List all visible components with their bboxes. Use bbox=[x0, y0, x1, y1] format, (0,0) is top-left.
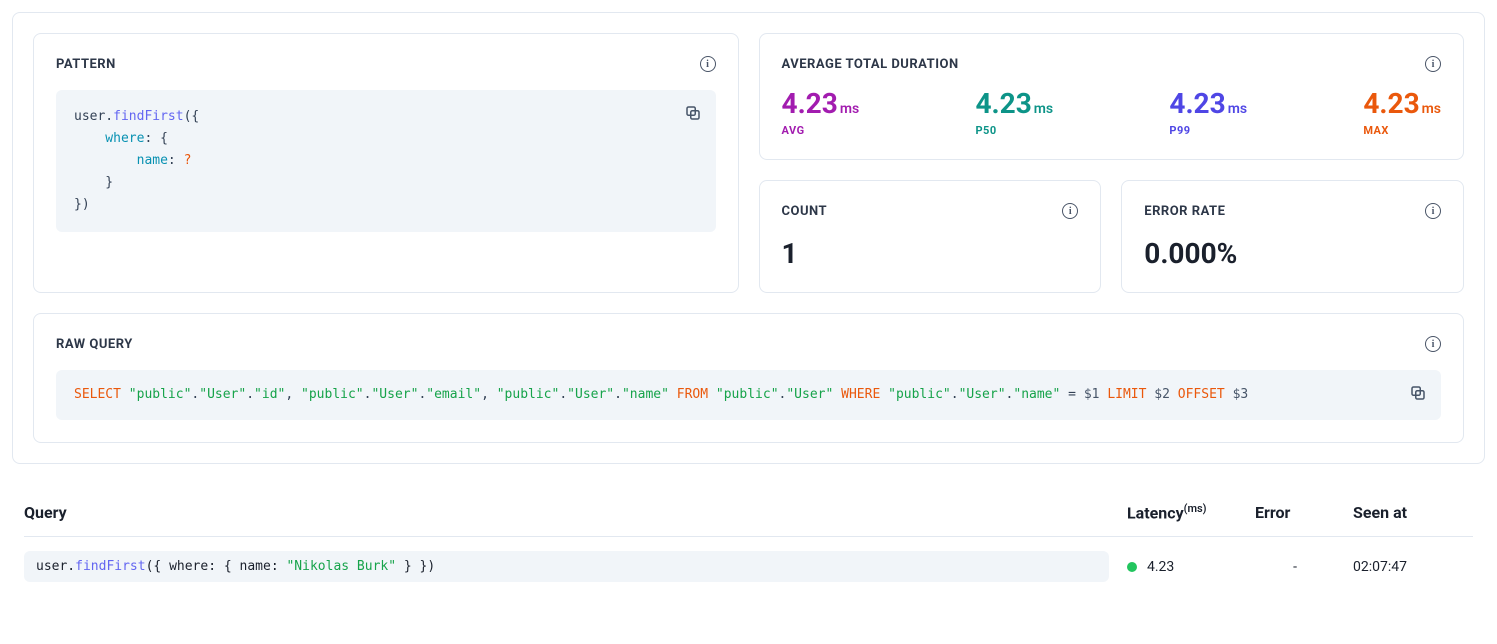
metric-label: MAX bbox=[1363, 124, 1441, 137]
metric-unit: ms bbox=[840, 101, 859, 117]
metric-max: 4.23ms MAX bbox=[1363, 90, 1441, 137]
metric-p99: 4.23ms P99 bbox=[1169, 90, 1247, 137]
query-cell: user.findFirst({ where: { name: "Nikolas… bbox=[24, 551, 1109, 582]
raw-query-card: RAW QUERY i SELECT "public"."User"."id",… bbox=[33, 313, 1464, 443]
info-icon[interactable]: i bbox=[1062, 203, 1078, 219]
metric-value: 4.23 bbox=[1169, 87, 1225, 120]
th-query: Query bbox=[24, 503, 1109, 522]
raw-query-tokens: SELECT "public"."User"."id", "public"."U… bbox=[74, 387, 1248, 402]
details-panel: PATTERN i user.findFirst({ where: { name… bbox=[12, 12, 1485, 464]
raw-query-code: SELECT "public"."User"."id", "public"."U… bbox=[56, 370, 1441, 420]
count-title: COUNT bbox=[782, 204, 828, 219]
table-row[interactable]: user.findFirst({ where: { name: "Nikolas… bbox=[24, 537, 1473, 596]
error-rate-title: ERROR RATE bbox=[1144, 204, 1225, 219]
metric-p50: 4.23ms P50 bbox=[975, 90, 1053, 137]
avg-duration-card: AVERAGE TOTAL DURATION i 4.23msAVG4.23ms… bbox=[759, 33, 1465, 160]
table-header: Query Latency(ms) Error Seen at bbox=[24, 488, 1473, 537]
metric-unit: ms bbox=[1228, 101, 1247, 117]
pattern-title: PATTERN bbox=[56, 57, 116, 72]
metric-label: AVG bbox=[782, 124, 860, 137]
metric-unit: ms bbox=[1034, 101, 1053, 117]
info-icon[interactable]: i bbox=[1425, 336, 1441, 352]
info-icon[interactable]: i bbox=[700, 56, 716, 72]
th-latency: Latency(ms) bbox=[1127, 502, 1237, 522]
pattern-code: user.findFirst({ where: { name: ? } }) bbox=[56, 90, 716, 232]
metric-value: 4.23 bbox=[1363, 87, 1419, 120]
metric-label: P50 bbox=[975, 124, 1053, 137]
metrics-row: 4.23msAVG4.23msP504.23msP994.23msMAX bbox=[782, 90, 1442, 137]
copy-icon[interactable] bbox=[684, 104, 702, 122]
table-body: user.findFirst({ where: { name: "Nikolas… bbox=[24, 537, 1473, 596]
count-value: 1 bbox=[782, 237, 1079, 270]
error-cell: - bbox=[1255, 559, 1335, 575]
info-icon[interactable]: i bbox=[1425, 203, 1441, 219]
copy-icon[interactable] bbox=[1409, 384, 1427, 402]
raw-query-title: RAW QUERY bbox=[56, 337, 133, 352]
error-rate-value: 0.000% bbox=[1144, 237, 1441, 270]
metric-value: 4.23 bbox=[975, 87, 1031, 120]
th-seen: Seen at bbox=[1353, 503, 1473, 522]
metric-value: 4.23 bbox=[782, 87, 838, 120]
metric-unit: ms bbox=[1422, 101, 1441, 117]
info-icon[interactable]: i bbox=[1425, 56, 1441, 72]
avg-duration-title: AVERAGE TOTAL DURATION bbox=[782, 57, 959, 72]
count-card: COUNT i 1 bbox=[759, 180, 1102, 293]
seen-at-cell: 02:07:47 bbox=[1353, 559, 1473, 575]
th-error: Error bbox=[1255, 503, 1335, 522]
error-rate-card: ERROR RATE i 0.000% bbox=[1121, 180, 1464, 293]
latency-cell: 4.23 bbox=[1127, 559, 1237, 575]
metric-avg: 4.23ms AVG bbox=[782, 90, 860, 137]
top-grid: PATTERN i user.findFirst({ where: { name… bbox=[33, 33, 1464, 293]
status-dot bbox=[1127, 562, 1137, 572]
metric-label: P99 bbox=[1169, 124, 1247, 137]
queries-table: Query Latency(ms) Error Seen at user.fin… bbox=[12, 488, 1485, 596]
pattern-card: PATTERN i user.findFirst({ where: { name… bbox=[33, 33, 739, 293]
